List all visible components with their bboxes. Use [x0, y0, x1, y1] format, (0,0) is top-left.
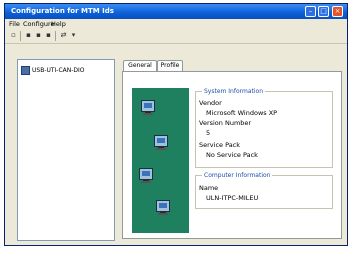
title-bar[interactable]: Configuration for MTM Ids – □ ×	[5, 4, 347, 19]
vendor-label: Vendor	[199, 99, 222, 107]
computer-name-value: ULN-ITPC-MILEU	[206, 194, 259, 202]
main-window: Configuration for MTM Ids – □ × File Con…	[4, 3, 348, 246]
version-label: Version Number	[199, 119, 252, 127]
menu-bar: File Configure Help	[5, 19, 347, 29]
minimize-button[interactable]: –	[305, 6, 316, 17]
menu-help[interactable]: Help	[51, 20, 66, 28]
settings-icon[interactable]: ▾	[70, 32, 77, 39]
menu-configure[interactable]: Configure	[23, 20, 55, 28]
device-icon	[21, 66, 30, 75]
save-icon[interactable]: ▪	[25, 32, 32, 39]
service-pack-label: Service Pack	[199, 141, 241, 149]
name-label: Name	[199, 184, 219, 192]
system-info-group: System Information Vendor Microsoft Wind…	[195, 88, 333, 168]
copy-icon[interactable]: ▪	[35, 32, 42, 39]
network-graphic	[132, 88, 189, 233]
tree-item[interactable]: USB-UTI-CAN-DIO	[21, 66, 85, 75]
computer-icon	[139, 168, 153, 183]
toolbar-separator	[20, 31, 21, 41]
window-title: Configuration for MTM Ids	[11, 7, 114, 15]
new-icon[interactable]: ▫	[10, 32, 17, 39]
version-value: 5	[206, 129, 211, 137]
service-pack-value: No Service Pack	[206, 151, 258, 159]
connect-icon[interactable]: ⇄	[60, 32, 67, 39]
toolbar-separator	[55, 31, 56, 41]
tree-item-label: USB-UTI-CAN-DIO	[32, 67, 85, 74]
toolbar: ▫ ▪ ▪ ▪ ⇄ ▾	[5, 29, 347, 44]
system-info-legend: System Information	[202, 88, 266, 95]
paste-icon[interactable]: ▪	[45, 32, 52, 39]
computer-icon	[156, 200, 170, 215]
close-button[interactable]: ×	[332, 6, 343, 17]
maximize-button[interactable]: □	[318, 6, 329, 17]
general-panel: System Information Vendor Microsoft Wind…	[122, 71, 342, 239]
computer-info-group: Computer Information Name ULN-ITPC-MILEU	[195, 172, 333, 209]
device-tree[interactable]: USB-UTI-CAN-DIO	[17, 59, 115, 241]
computer-info-legend: Computer Information	[202, 172, 273, 179]
vendor-value: Microsoft Windows XP	[206, 109, 278, 117]
tab-profile[interactable]: Profile	[157, 60, 183, 71]
computer-icon	[141, 100, 155, 115]
computer-icon	[154, 135, 168, 150]
menu-file[interactable]: File	[9, 20, 20, 28]
